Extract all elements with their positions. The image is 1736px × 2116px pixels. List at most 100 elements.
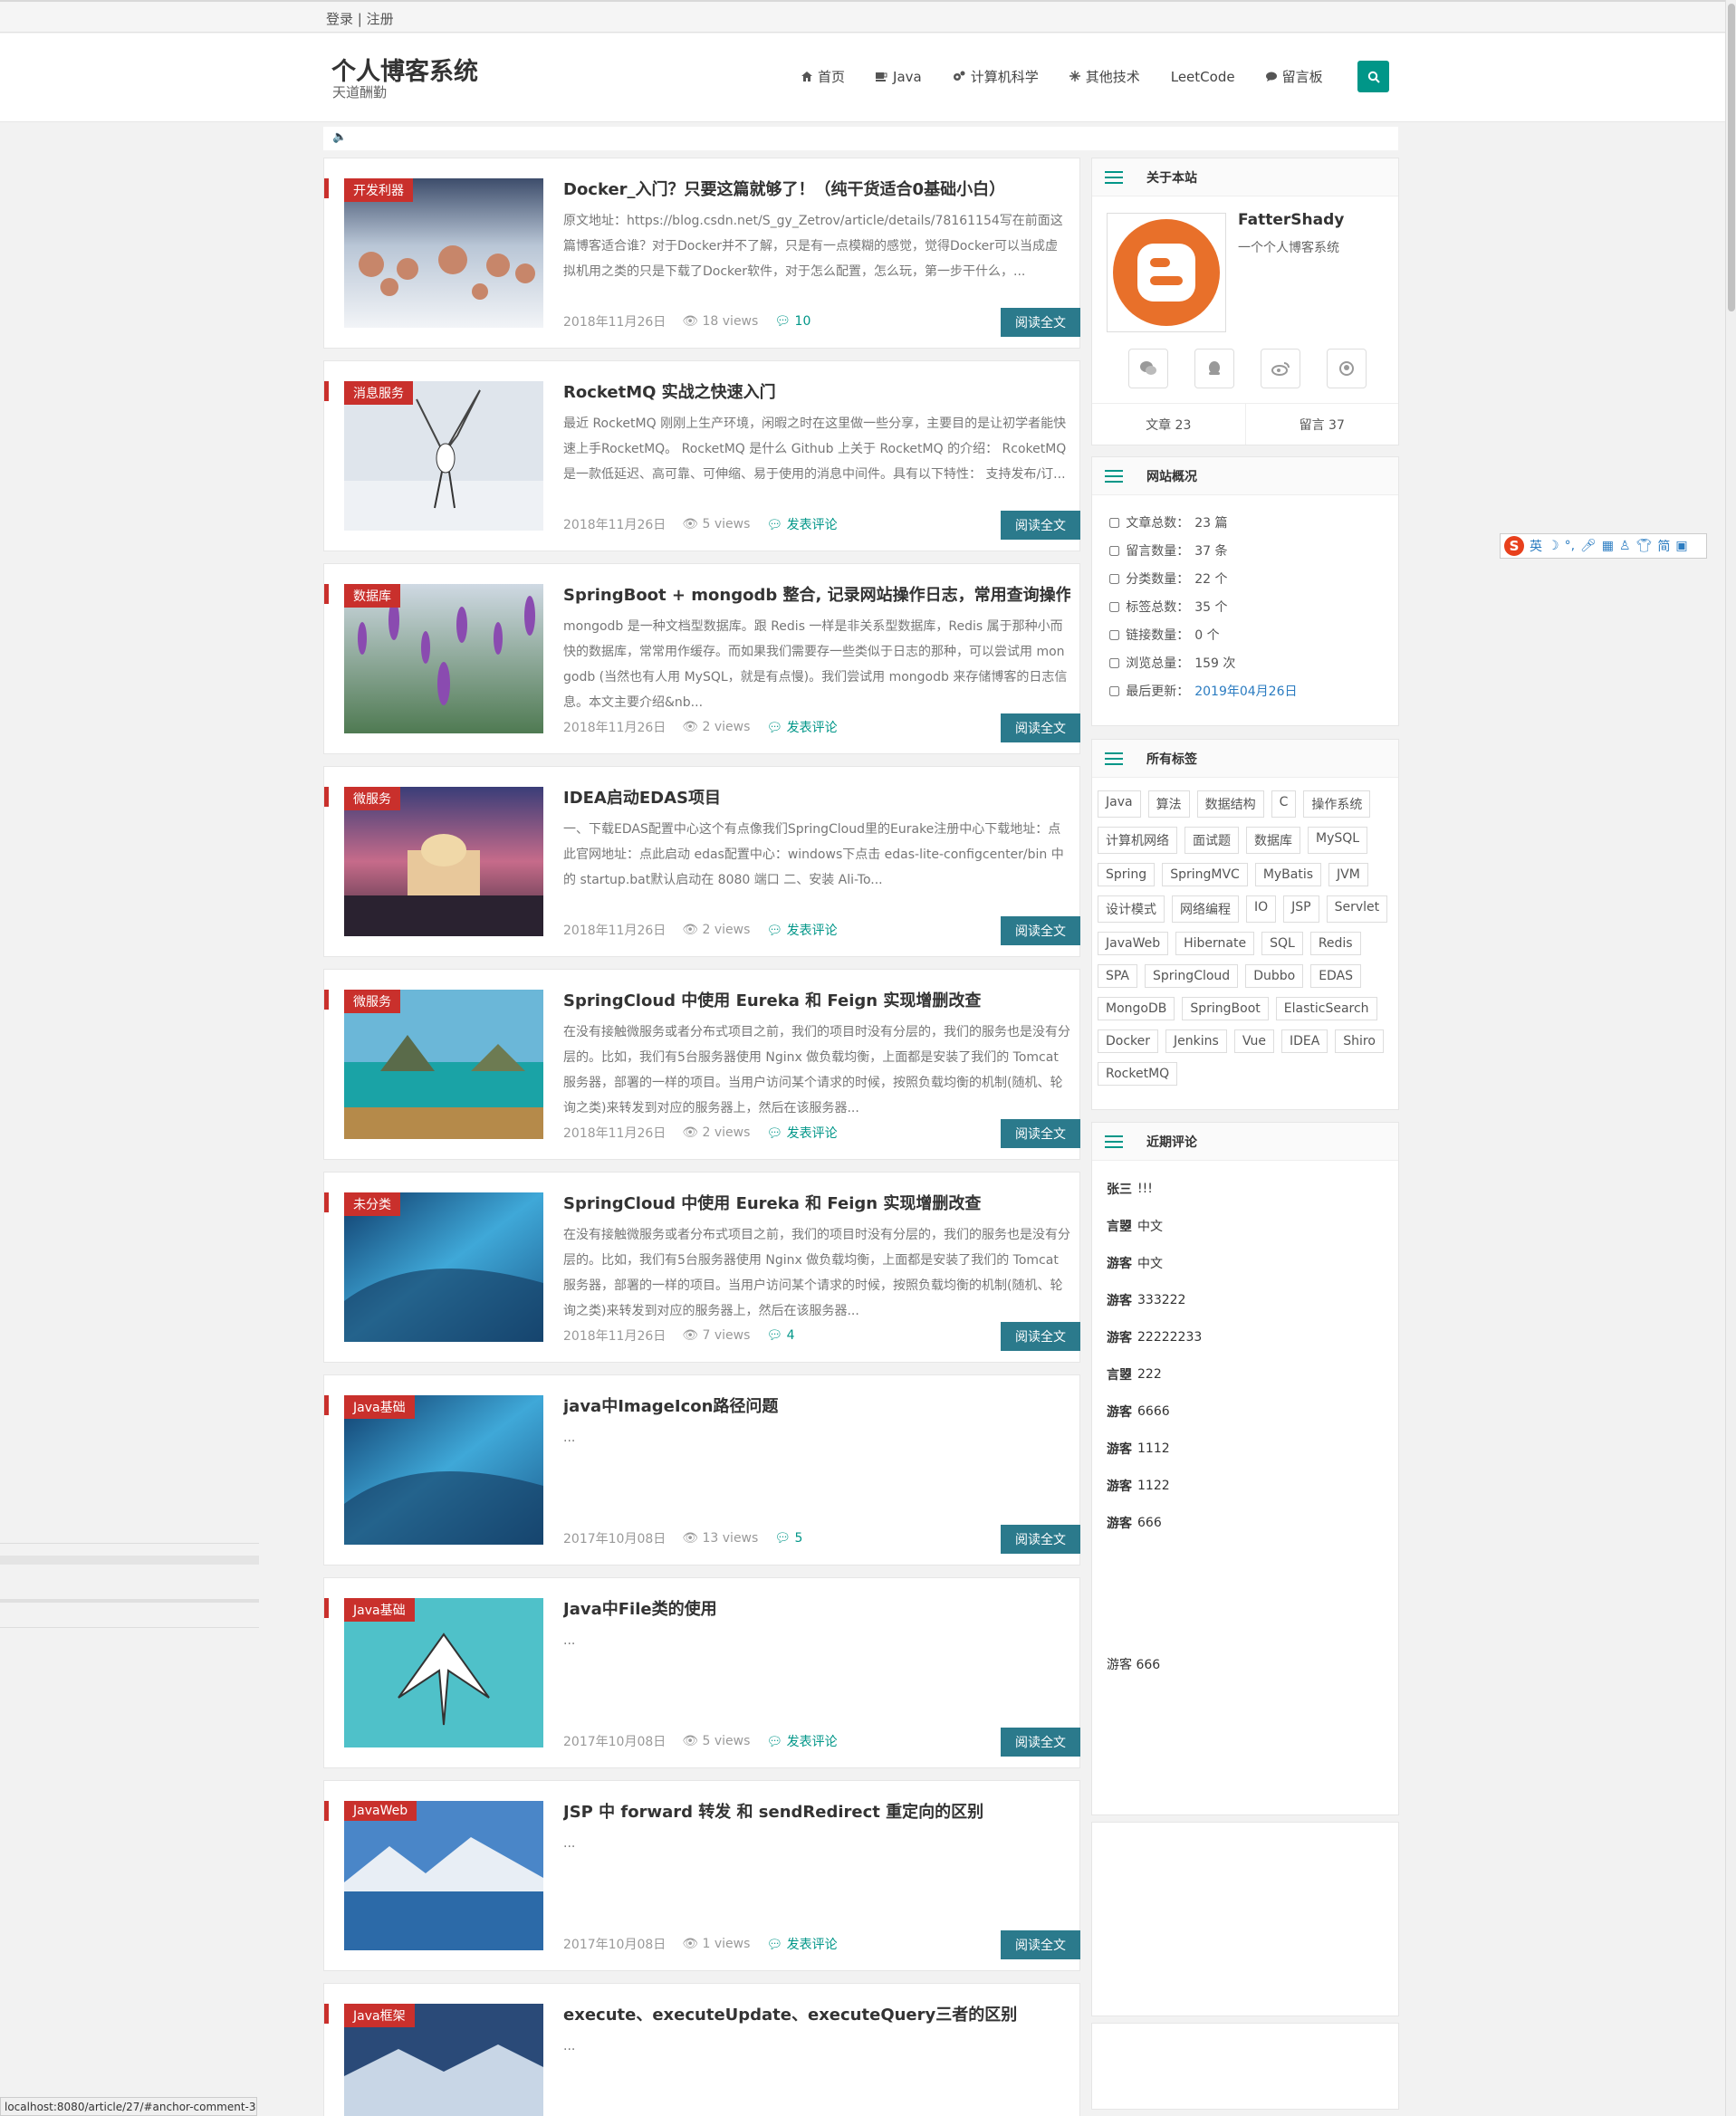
github-icon[interactable] [1327,349,1367,388]
post-comments[interactable]: 💬︎ 发表评论 [766,1935,837,1953]
message-count[interactable]: 留言 37 [1246,404,1399,445]
comment-item[interactable]: 言曌 222 [1107,1355,1384,1393]
comment-item[interactable]: 游客 333222 [1107,1281,1384,1318]
nav-item-0[interactable]: 首页 [801,67,845,86]
comment-item[interactable]: 游客 6666 [1107,1393,1384,1430]
mic-icon[interactable]: 🎤︎ [1580,539,1597,553]
qq-icon[interactable] [1194,349,1234,388]
tag-link[interactable]: Java [1098,790,1141,818]
tag-link[interactable]: RocketMQ [1098,1062,1178,1086]
comment-item[interactable]: 游客 22222233 [1107,1318,1384,1355]
tag-link[interactable]: 面试题 [1185,827,1239,854]
post-thumbnail[interactable] [344,1801,543,1950]
avatar[interactable] [1107,213,1226,332]
tag-link[interactable]: C [1271,790,1297,818]
tag-link[interactable]: SpringCloud [1145,964,1239,988]
post-title[interactable]: Docker_入门？只要这篇就够了！（纯干货适合0基础小白） [563,177,1070,200]
post-title[interactable]: JSP 中 forward 转发 和 sendRedirect 重定向的区别 [563,1799,1070,1823]
post-category[interactable]: Java框架 [344,2004,415,2027]
tag-link[interactable]: 设计模式 [1098,895,1165,923]
tag-link[interactable]: SpringBoot [1182,997,1269,1020]
login-link[interactable]: 登录 [326,11,353,27]
search-button[interactable] [1357,61,1389,92]
nav-item-5[interactable]: 留言板 [1265,67,1323,86]
post-category[interactable]: Java基础 [344,1598,415,1622]
moon-icon[interactable]: ☽ [1548,539,1559,553]
tag-link[interactable]: MyBatis [1254,863,1322,886]
tag-link[interactable]: IO [1246,895,1277,923]
post-comments[interactable]: 💬︎ 发表评论 [766,921,837,939]
read-more-button[interactable]: 阅读全文 [1001,1525,1080,1554]
post-category[interactable]: 微服务 [344,787,400,810]
read-more-button[interactable]: 阅读全文 [1001,916,1080,945]
tag-link[interactable]: ElasticSearch [1275,997,1377,1020]
tag-link[interactable]: MySQL [1308,827,1368,854]
keyboard-icon[interactable]: ▦ [1602,539,1614,553]
post-title[interactable]: IDEA启动EDAS项目 [563,785,1070,809]
tag-link[interactable]: JVM [1328,863,1368,886]
tag-link[interactable]: SpringMVC [1162,863,1248,886]
post-comments[interactable]: 💬︎ 5 [774,1531,802,1546]
tag-link[interactable]: Hibernate [1175,932,1255,955]
shirt-icon[interactable]: 👕︎ [1636,539,1653,553]
tag-link[interactable]: SPA [1098,964,1138,988]
tag-link[interactable]: Vue [1233,1029,1274,1053]
tag-link[interactable]: JSP [1283,895,1319,923]
read-more-button[interactable]: 阅读全文 [1001,1728,1080,1757]
post-category[interactable]: 未分类 [344,1192,400,1216]
post-comments[interactable]: 💬︎ 发表评论 [766,1124,837,1142]
comment-item[interactable]: 张三!!! [1107,1170,1384,1207]
tag-link[interactable]: 网络编程 [1172,895,1239,923]
comment-item[interactable]: 游客 1112 [1107,1430,1384,1467]
user-icon[interactable]: ♙ [1619,539,1631,553]
register-link[interactable]: 注册 [367,11,394,27]
ime-toolbar[interactable]: S 英 ☽ °, 🎤︎ ▦ ♙ 👕︎ 简 ▣ [1500,533,1707,559]
grid-icon[interactable]: ▣ [1675,539,1687,553]
post-category[interactable]: 消息服务 [344,381,413,405]
post-comments[interactable]: 💬︎ 发表评论 [766,1732,837,1750]
comment-item[interactable]: 游客 666 [1107,1504,1384,1541]
tag-link[interactable]: 算法 [1147,790,1190,818]
post-category[interactable]: Java基础 [344,1395,415,1419]
post-title[interactable]: Java中File类的使用 [563,1596,1070,1620]
post-title[interactable]: SpringBoot + mongodb 整合, 记录网站操作日志，常用查询操作 [563,582,1070,606]
tag-link[interactable]: Redis [1309,932,1361,955]
post-category[interactable]: 开发利器 [344,178,413,202]
nav-item-2[interactable]: 计算机科学 [953,67,1039,86]
tag-link[interactable]: 计算机网络 [1098,827,1177,854]
tag-link[interactable]: Shiro [1335,1029,1384,1053]
read-more-button[interactable]: 阅读全文 [1001,1119,1080,1148]
tag-link[interactable]: JavaWeb [1098,932,1169,955]
post-title[interactable]: execute、executeUpdate、executeQuery三者的区别 [563,2002,1070,2025]
article-count[interactable]: 文章 23 [1092,404,1246,445]
tag-link[interactable]: Spring [1098,863,1156,886]
tag-link[interactable]: 数据库 [1246,827,1300,854]
comment-item[interactable]: 游客 1122 [1107,1467,1384,1504]
tag-link[interactable]: 数据结构 [1196,790,1264,818]
comment-item[interactable]: 游客 中文 [1107,1244,1384,1281]
post-comments[interactable]: 💬︎ 10 [774,314,810,329]
wechat-icon[interactable] [1128,349,1168,388]
post-category[interactable]: 数据库 [344,584,400,608]
page-scrollbar[interactable] [1725,0,1736,2116]
tag-link[interactable]: Dubbo [1245,964,1304,988]
tag-link[interactable]: Servlet [1326,895,1388,923]
read-more-button[interactable]: 阅读全文 [1001,308,1080,337]
tag-link[interactable]: EDAS [1310,964,1362,988]
tag-link[interactable]: Docker [1098,1029,1159,1053]
post-comments[interactable]: 💬︎ 发表评论 [766,515,837,533]
read-more-button[interactable]: 阅读全文 [1001,713,1080,742]
nav-item-1[interactable]: Java [876,67,922,86]
comment-extra[interactable]: 游客 666 [1107,1655,1160,1673]
tag-link[interactable]: MongoDB [1098,997,1175,1020]
tag-link[interactable]: Jenkins [1165,1029,1227,1053]
post-category[interactable]: JavaWeb [344,1801,417,1821]
post-category[interactable]: 微服务 [344,990,400,1013]
post-title[interactable]: SpringCloud 中使用 Eureka 和 Feign 实现增删改查 [563,988,1070,1011]
post-comments[interactable]: 💬︎ 4 [766,1328,794,1343]
weibo-icon[interactable] [1261,349,1300,388]
nav-item-4[interactable]: LeetCode [1171,67,1235,86]
ime-lang[interactable]: 英 [1530,537,1542,555]
read-more-button[interactable]: 阅读全文 [1001,511,1080,540]
comment-item[interactable]: 言曌 中文 [1107,1207,1384,1244]
